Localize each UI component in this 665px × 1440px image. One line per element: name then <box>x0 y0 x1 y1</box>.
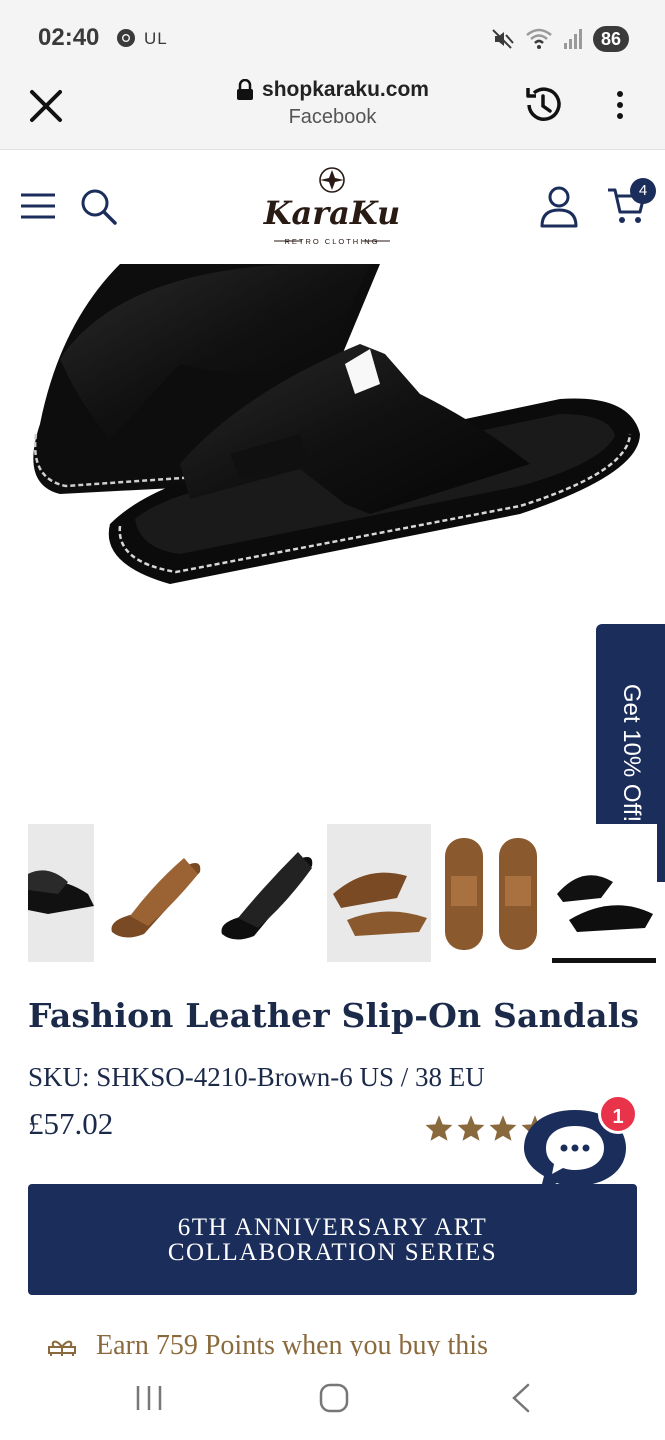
more-options-icon[interactable] <box>606 88 634 122</box>
thumbnail-strip <box>0 824 665 964</box>
thumbnail-5[interactable] <box>437 824 547 962</box>
back-icon[interactable] <box>508 1382 534 1414</box>
url-text: shopkaraku.com <box>262 78 429 101</box>
site-header: KaraKu RETRO CLOTHING 4 <box>0 150 665 264</box>
anniversary-banner[interactable]: 6TH ANNIVERSARY ART COLLABORATION SERIES <box>28 1184 637 1295</box>
active-thumbnail-indicator <box>552 958 656 963</box>
thumbnail-6[interactable] <box>553 824 657 962</box>
search-icon[interactable] <box>78 186 118 226</box>
account-icon[interactable] <box>538 184 580 228</box>
recent-apps-icon[interactable] <box>134 1384 164 1412</box>
lock-icon <box>237 79 254 100</box>
status-carrier: UL <box>144 29 168 48</box>
product-sku: SKU: SHKSO-4210-Brown-6 US / 38 EU <box>28 1062 485 1092</box>
status-bar: 02:40 UL 86 <box>0 0 665 76</box>
chrome-icon <box>117 29 135 47</box>
wifi-icon <box>526 28 552 49</box>
hamburger-menu-icon[interactable] <box>18 190 58 222</box>
product-main-image[interactable] <box>0 264 665 820</box>
history-icon[interactable] <box>520 82 566 128</box>
thumbnail-1[interactable] <box>28 824 94 962</box>
star-icon <box>457 1115 485 1141</box>
thumbnail-2[interactable] <box>104 824 206 962</box>
close-icon[interactable] <box>26 86 66 126</box>
status-time: 02:40 <box>38 24 100 51</box>
cart-count-badge: 4 <box>630 178 656 204</box>
mute-icon <box>492 29 514 49</box>
svg-text:KaraKu: KaraKu <box>263 194 401 232</box>
svg-text:RETRO CLOTHING: RETRO CLOTHING <box>284 237 379 246</box>
thumbnail-4[interactable] <box>327 824 431 962</box>
star-icon <box>489 1115 517 1141</box>
url-subtitle: Facebook <box>288 106 377 128</box>
battery-level: 86 <box>592 26 629 52</box>
signal-icon <box>563 29 582 49</box>
product-title: Fashion Leather Slip-On Sandals <box>28 996 640 1035</box>
url-display[interactable]: shopkaraku.com Facebook <box>160 78 505 129</box>
promo-tab-label: Get 10% Off! <box>617 683 645 823</box>
status-indicators: 86 <box>491 24 629 54</box>
browser-toolbar: shopkaraku.com Facebook <box>0 76 665 150</box>
system-navigation-bar <box>0 1356 665 1440</box>
star-icon <box>425 1115 453 1141</box>
product-price: £57.02 <box>28 1106 114 1141</box>
banner-line-2: COLLABORATION SERIES <box>167 1238 498 1266</box>
thumbnail-3[interactable] <box>214 824 318 962</box>
karaku-logo[interactable]: KaraKu RETRO CLOTHING <box>262 164 402 254</box>
chat-notification-badge: 1 <box>598 1094 638 1134</box>
home-icon[interactable] <box>318 1382 350 1414</box>
banner-line-1: 6TH ANNIVERSARY ART <box>177 1213 488 1241</box>
sandal-image <box>33 264 640 584</box>
